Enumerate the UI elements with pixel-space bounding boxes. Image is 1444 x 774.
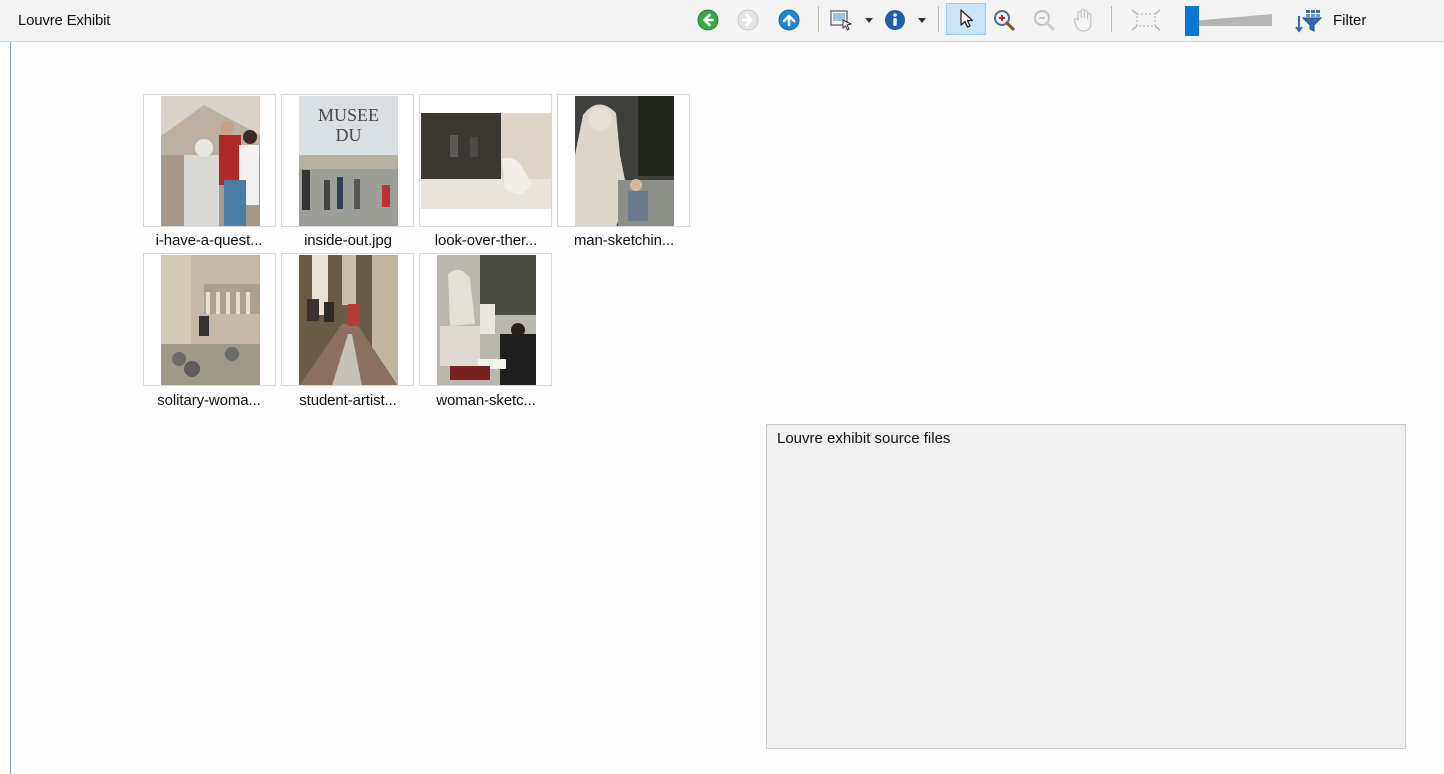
thumbnail-caption: inside-out.jpg <box>304 232 392 249</box>
info-icon <box>885 10 905 30</box>
photo-thumbnail <box>161 255 260 385</box>
up-arrow-icon <box>778 9 800 31</box>
window-border <box>10 42 11 774</box>
thumbnail-tile[interactable] <box>419 253 552 386</box>
museum-sign-text: MUSEE DU <box>317 105 379 145</box>
description-panel[interactable]: Louvre exhibit source files <box>766 424 1406 749</box>
window-title: Louvre Exhibit <box>18 12 111 29</box>
thumbnail-tile[interactable] <box>419 94 552 227</box>
back-arrow-icon <box>697 9 719 31</box>
info-dropdown[interactable] <box>884 8 932 32</box>
up-button[interactable] <box>778 9 800 31</box>
photo-thumbnail <box>421 113 551 209</box>
back-button[interactable] <box>697 9 719 31</box>
chevron-down-icon <box>865 18 873 23</box>
chevron-down-icon <box>918 18 926 23</box>
zoom-out-button[interactable] <box>1031 7 1057 33</box>
view-mode-dropdown[interactable] <box>829 8 877 32</box>
description-text: Louvre exhibit source files <box>777 430 951 447</box>
thumbnail-tile[interactable] <box>143 94 276 227</box>
toolbar-separator <box>818 6 819 32</box>
thumbnail-caption: i-have-a-quest... <box>155 232 263 249</box>
toolbar: Louvre Exhibit Filter <box>0 0 1444 42</box>
thumbnail-caption: woman-sketc... <box>436 392 536 409</box>
photo-thumbnail <box>161 96 260 226</box>
zoom-in-button[interactable] <box>991 7 1017 33</box>
thumbnail-tile[interactable]: MUSEE DU <box>281 94 414 227</box>
filter-label: Filter <box>1333 12 1367 29</box>
zoom-out-icon <box>1034 10 1055 31</box>
photo-thumbnail <box>575 96 674 226</box>
pointer-icon <box>960 9 974 28</box>
toolbar-separator <box>1111 6 1112 32</box>
thumbnail-caption: look-over-ther... <box>434 232 538 249</box>
photo-thumbnail <box>437 255 536 385</box>
zoom-slider-track[interactable] <box>1192 13 1272 27</box>
pan-button[interactable] <box>1071 6 1097 34</box>
photo-thumbnail <box>299 255 398 385</box>
view-thumbnails-icon <box>830 10 853 31</box>
zoom-in-icon <box>994 10 1015 31</box>
thumbnail-tile[interactable] <box>143 253 276 386</box>
toolbar-separator <box>938 6 939 32</box>
thumbnail-tile[interactable] <box>557 94 690 227</box>
thumbnail-tile[interactable] <box>281 253 414 386</box>
forward-button[interactable] <box>737 9 759 31</box>
app-window: Louvre Exhibit Filter i-have-a-quest... … <box>0 0 1444 774</box>
thumbnail-caption: man-sketchin... <box>573 232 675 249</box>
fit-to-window-button[interactable] <box>1129 7 1163 33</box>
hand-pan-icon <box>1073 8 1092 32</box>
filter-icon <box>1295 10 1323 33</box>
zoom-slider-thumb[interactable] <box>1185 6 1199 36</box>
forward-arrow-icon <box>737 9 759 31</box>
fit-to-window-icon <box>1131 9 1161 31</box>
thumbnail-caption: student-artist... <box>299 392 397 409</box>
thumbnail-caption: solitary-woma... <box>157 392 261 409</box>
pointer-tool-button[interactable] <box>946 3 986 35</box>
